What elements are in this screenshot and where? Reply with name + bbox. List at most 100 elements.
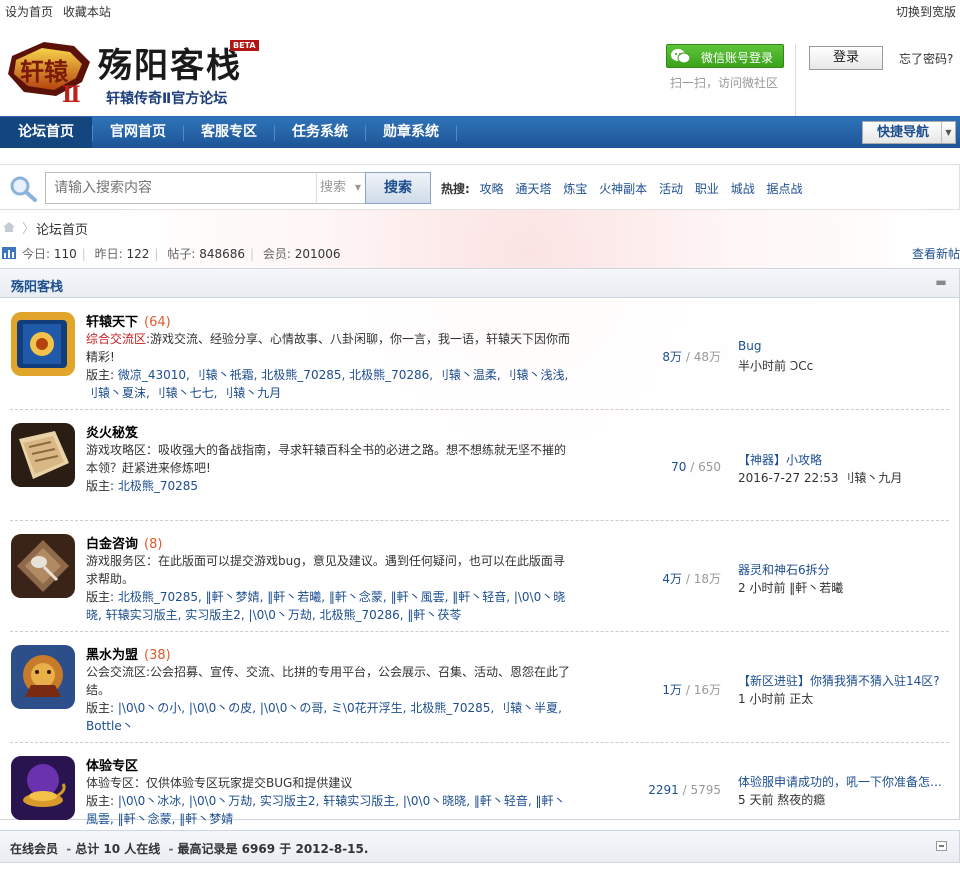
home-icon[interactable] <box>2 221 16 233</box>
forum-description: 游戏攻略区：吸收强大的备战指南，寻求轩辕百科全书的必进之路。想不想练就无坚不摧的… <box>86 443 567 475</box>
online-members-link[interactable]: 在线会员 <box>10 842 58 856</box>
wechat-login-button[interactable]: 微信账号登录 <box>666 44 784 68</box>
hot-search-link[interactable]: 城战 <box>731 182 755 196</box>
forum-row: 炎火秘笈 游戏攻略区：吸收强大的备战指南，寻求轩辕百科全书的必进之路。想不想练就… <box>0 410 959 521</box>
hot-search-link[interactable]: 炼宝 <box>563 182 587 196</box>
forum-new-count: (64) <box>144 315 171 330</box>
forum-icon-warrior[interactable] <box>11 645 75 709</box>
nav-official-site[interactable]: 官网首页 <box>93 117 183 148</box>
forum-counts: 2291 / 5795 <box>648 783 721 797</box>
quick-nav-button[interactable]: 快捷导航 ▼ <box>862 121 956 144</box>
forum-moderators: 版主: 微凉_43010, 刂辕丶祇霜, 北极熊_70285, 北极熊_7028… <box>86 368 569 400</box>
online-record: 6969 <box>241 842 276 856</box>
hot-searches: 热搜: 攻略 通天塔 炼宝 火神副本 活动 职业 城战 据点战 <box>441 180 811 197</box>
breadcrumb-current[interactable]: 论坛首页 <box>36 219 88 238</box>
forum-icon-book[interactable] <box>11 312 75 376</box>
stat-today: 110 <box>53 247 77 261</box>
last-post-title[interactable]: 【神器】小攻略 <box>738 451 948 468</box>
online-record-date: 2012-8-15. <box>295 842 369 856</box>
forum-stats: 今日: 110 | 昨日: 122 | 帖子: 848686 | 会员: 201006… <box>0 244 960 262</box>
forum-counts: 4万 / 18万 <box>662 572 721 586</box>
post-count: 16万 <box>693 683 721 697</box>
nav-quest-system[interactable]: 任务系统 <box>275 117 365 148</box>
online-count: 10 <box>103 842 121 856</box>
chevron-down-icon: ▼ <box>941 122 955 143</box>
chevron-right-icon: 〉 <box>22 222 36 237</box>
moderator-links[interactable]: |\0\0丶の小, |\0\0丶の皮, |\0\0丶の哥, ミ\0花开浮生, 北… <box>86 701 562 733</box>
forum-title[interactable]: 轩辕天下 (64) <box>86 311 171 330</box>
svg-text:Ⅱ: Ⅱ <box>62 82 81 106</box>
forgot-password-link[interactable]: 忘了密码? <box>899 50 953 67</box>
hot-search-link[interactable]: 据点战 <box>767 182 803 196</box>
forum-icon-scroll[interactable] <box>11 423 75 487</box>
moderator-links[interactable]: |\0\0丶冰冰, |\0\0丶万劫, 实习版主2, 轩辕实习版主, |\0\0… <box>86 794 565 826</box>
last-post-meta: 1 小时前 正太 <box>738 692 814 706</box>
forum-icon-spoon[interactable] <box>11 534 75 598</box>
beta-badge: BETA <box>230 40 259 51</box>
forum-title[interactable]: 黑水为盟 (38) <box>86 644 171 663</box>
forum-title[interactable]: 体验专区 <box>86 755 144 774</box>
stat-yesterday: 122 <box>126 247 150 261</box>
nav-forum-home[interactable]: 论坛首页 <box>0 117 92 148</box>
hot-search-link[interactable]: 火神副本 <box>599 182 647 196</box>
forum-description: 游戏服务区：在此版面可以提交游戏bug，意见及建议。遇到任何疑问，也可以在此版面… <box>86 554 565 586</box>
last-post-title[interactable]: 器灵和神石6拆分 <box>738 561 948 578</box>
last-post-title[interactable]: 体验服申请成功的，吼一下你准备怎么玩 <box>738 773 948 790</box>
moderator-links[interactable]: 北极熊_70285, ‖軒丶梦婧, ‖軒丶若曦, ‖軒丶念蒙, ‖軒丶風雲, ‖… <box>86 590 565 622</box>
nav-medal-system[interactable]: 勋章系统 <box>366 117 456 148</box>
quick-nav-label: 快捷导航 <box>877 125 930 140</box>
site-header: 轩辕 Ⅱ 殇阳客栈 BETA 轩辕传奇Ⅱ官方论坛 微信账号登录 扫一扫，访问微社… <box>0 22 960 116</box>
forum-row: 黑水为盟 (38) 公会交流区:公会招募、宣传、交流、比拼的专用平台，公会展示、召… <box>0 632 959 743</box>
search-button[interactable]: 搜索 <box>365 172 431 204</box>
logo-subtitle: 轩辕传奇Ⅱ官方论坛 <box>106 91 228 107</box>
forum-row: 体验专区 体验专区：仅供体验专区玩家提交BUG和提供建议 版主: |\0\0丶冰… <box>0 743 959 826</box>
stat-members-label: 会员: <box>262 247 291 261</box>
last-post-title[interactable]: 【新区进驻】你猜我猜不猜入驻14区? <box>738 672 948 689</box>
forum-new-count: (38) <box>144 648 171 663</box>
hot-search-link[interactable]: 通天塔 <box>515 182 551 196</box>
forum-description: 体验专区：仅供体验专区玩家提交BUG和提供建议 <box>86 776 353 790</box>
online-members-bar: 在线会员 - 总计 10 人在线 - 最高记录是 6969 于 2012-8-15. <box>0 830 960 863</box>
moderator-links[interactable]: 北极熊_70285 <box>118 479 198 493</box>
search-input[interactable] <box>45 172 317 204</box>
forum-counts: 70 / 650 <box>671 460 721 474</box>
thread-count: 1万 <box>662 683 683 697</box>
forum-row: 轩辕天下 (64) 综合交流区:游戏交流、经验分享、心情故事、八卦闲聊，你一言，我… <box>0 299 959 410</box>
wechat-subtitle: 扫一扫，访问微社区 <box>670 76 779 90</box>
set-homepage-link[interactable]: 设为首页 <box>5 5 53 19</box>
nav-customer-service[interactable]: 客服专区 <box>184 117 274 148</box>
wechat-login-label: 微信账号登录 <box>701 51 774 65</box>
stat-posts-label: 帖子: <box>167 247 196 261</box>
forum-moderators: 版主: 北极熊_70285 <box>86 479 199 493</box>
forum-icon-lamp[interactable] <box>11 756 75 820</box>
last-post-meta: 2 小时前 ‖軒丶若曦 <box>738 581 844 595</box>
hot-search-label: 热搜: <box>441 182 470 196</box>
moderator-links[interactable]: 微凉_43010, 刂辕丶祇霜, 北极熊_70285, 北极熊_70286, 刂… <box>86 368 568 400</box>
main-nav: 论坛首页 官网首页 客服专区 任务系统 勋章系统 快捷导航 ▼ <box>0 116 960 148</box>
top-bar: 设为首页 收藏本站 切换到宽版 <box>0 0 960 22</box>
collapse-icon[interactable]: ▬ <box>935 276 947 289</box>
hot-search-link[interactable]: 职业 <box>695 182 719 196</box>
stat-members: 201006 <box>294 247 341 261</box>
stat-posts: 848686 <box>199 247 245 261</box>
game-logo-icon[interactable]: 轩辕 Ⅱ <box>4 34 94 108</box>
post-count: 650 <box>698 460 721 474</box>
forum-moderators: 版主: |\0\0丶冰冰, |\0\0丶万劫, 实习版主2, 轩辕实习版主, |… <box>86 794 566 826</box>
search-icon <box>8 175 38 203</box>
login-button[interactable]: 登录 <box>809 46 883 70</box>
last-post-title[interactable]: Bug <box>738 339 948 353</box>
hot-search-link[interactable]: 活动 <box>659 182 683 196</box>
hot-search-link[interactable]: 攻略 <box>480 182 504 196</box>
search-type-select[interactable]: 搜索 ▼ <box>316 172 366 204</box>
forum-title[interactable]: 白金咨询 (8) <box>86 533 162 552</box>
stat-today-label: 今日: <box>22 247 51 261</box>
view-new-posts-link[interactable]: 查看新帖 <box>912 245 960 262</box>
chevron-down-icon: ▼ <box>354 183 361 192</box>
category-title[interactable]: 殇阳客栈 <box>11 276 63 295</box>
bookmark-link[interactable]: 收藏本站 <box>63 5 111 19</box>
online-summary: 在线会员 - 总计 10 人在线 - 最高记录是 6969 于 2012-8-15. <box>10 842 369 856</box>
forum-title[interactable]: 炎火秘笈 <box>86 422 144 441</box>
forum-description: 综合交流区:游戏交流、经验分享、心情故事、八卦闲聊，你一言，我一语，轩辕天下因你… <box>86 332 571 364</box>
switch-wide-link[interactable]: 切换到宽版 <box>896 5 956 19</box>
collapse-icon[interactable] <box>936 841 947 851</box>
